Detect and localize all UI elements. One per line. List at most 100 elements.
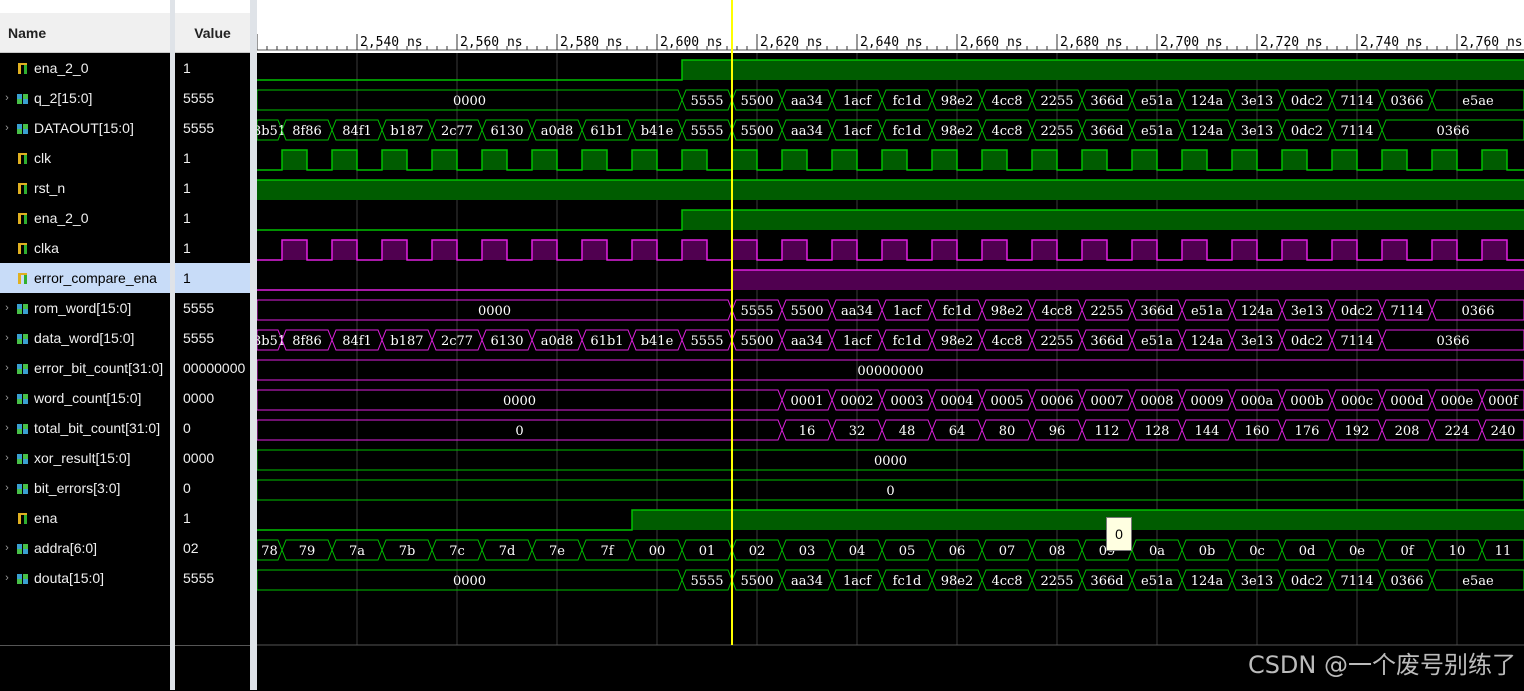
bit-icon: [16, 151, 30, 165]
signal-row[interactable]: › q_2[15:0]: [0, 83, 170, 113]
value-column-header[interactable]: Value: [175, 13, 250, 53]
signal-name: rst_n: [34, 180, 66, 196]
expand-chevron-icon[interactable]: ›: [0, 332, 14, 344]
expand-chevron-icon[interactable]: ›: [0, 362, 14, 374]
bus-value: 03: [799, 544, 816, 559]
signal-row[interactable]: › word_count[15:0]: [0, 383, 170, 413]
high-fill: [432, 240, 457, 260]
bus-value: 61b1: [590, 334, 623, 349]
expand-chevron-icon[interactable]: ›: [0, 302, 14, 314]
signal-value[interactable]: 5555: [175, 113, 250, 143]
bus-value: 4cc8: [991, 574, 1022, 589]
expand-chevron-icon[interactable]: ›: [0, 92, 14, 104]
signal-row[interactable]: › data_word[15:0]: [0, 323, 170, 353]
signal-value[interactable]: 0000: [175, 383, 250, 413]
signal-value[interactable]: 0: [175, 413, 250, 443]
expand-chevron-icon[interactable]: ›: [0, 542, 14, 554]
signal-value[interactable]: 1: [175, 173, 250, 203]
signal-row[interactable]: ena: [0, 503, 170, 533]
signal-name: bit_errors[3:0]: [34, 480, 121, 496]
bus-value: 1acf: [843, 94, 872, 109]
signal-row[interactable]: clk: [0, 143, 170, 173]
signal-name: clka: [34, 240, 59, 256]
signal-value[interactable]: 5555: [175, 83, 250, 113]
bus-value: 366d: [1090, 334, 1123, 349]
signal-row[interactable]: › rom_word[15:0]: [0, 293, 170, 323]
bus-value: 8f86: [292, 124, 322, 139]
wave-splitter[interactable]: [250, 0, 257, 690]
signal-row[interactable]: ena_2_0: [0, 203, 170, 233]
bus-value: 79: [299, 544, 316, 559]
expand-chevron-icon[interactable]: ›: [0, 122, 14, 134]
bus-value: 0000: [478, 304, 511, 319]
signal-value[interactable]: 1: [175, 263, 250, 293]
signal-value[interactable]: 02: [175, 533, 250, 563]
signal-name: ena_2_0: [34, 210, 89, 226]
signal-value[interactable]: 00000000: [175, 353, 250, 383]
signal-value[interactable]: 5555: [175, 563, 250, 593]
bus-value: 7d: [499, 544, 516, 559]
bus-value: 0: [886, 484, 894, 499]
expand-chevron-icon[interactable]: ›: [0, 452, 14, 464]
bus-value: aa34: [841, 304, 873, 319]
signal-row[interactable]: clka: [0, 233, 170, 263]
signal-row[interactable]: › total_bit_count[31:0]: [0, 413, 170, 443]
signal-value[interactable]: 1: [175, 53, 250, 83]
bus-value: aa34: [791, 124, 823, 139]
bus-value: 366d: [1090, 94, 1123, 109]
expand-chevron-icon[interactable]: ›: [0, 392, 14, 404]
signal-value[interactable]: 5555: [175, 293, 250, 323]
bus-value: 1acf: [893, 304, 922, 319]
bus-value: 0dc2: [1291, 124, 1323, 139]
signal-row[interactable]: ena_2_0: [0, 53, 170, 83]
signal-value[interactable]: 5555: [175, 323, 250, 353]
bus-value: 224: [1445, 424, 1470, 439]
signal-row[interactable]: error_compare_ena: [0, 263, 170, 293]
name-column-header[interactable]: Name: [0, 13, 170, 53]
signal-name: clk: [34, 150, 52, 166]
signal-value[interactable]: 1: [175, 503, 250, 533]
bus-value: 7c: [449, 544, 465, 559]
signal-value[interactable]: 0000: [175, 443, 250, 473]
bus-value: 0005: [990, 394, 1023, 409]
bus-value: e51a: [1191, 304, 1223, 319]
signal-row[interactable]: › error_bit_count[31:0]: [0, 353, 170, 383]
signal-row[interactable]: rst_n: [0, 173, 170, 203]
waveform-svg[interactable]: 2,540 ns 2,560 ns 2,580 ns 2,600 ns 2,620 ns…: [257, 0, 1524, 690]
ruler-label: 2,720 ns: [1260, 35, 1323, 50]
signal-row[interactable]: › douta[15:0]: [0, 563, 170, 593]
bus-value: 01: [699, 544, 716, 559]
expand-chevron-icon[interactable]: ›: [0, 422, 14, 434]
ruler-label: 2,540 ns: [360, 35, 423, 50]
high-fill: [682, 210, 1524, 230]
signal-value[interactable]: 1: [175, 203, 250, 233]
signal-row[interactable]: › bit_errors[3:0]: [0, 473, 170, 503]
signal-row[interactable]: › DATAOUT[15:0]: [0, 113, 170, 143]
high-fill: [1232, 240, 1257, 260]
signal-value-panel: Value 1 5555 5555 1 1 1 1 1 5555 5555 00000000 0000…: [175, 0, 250, 690]
bus-value: 2c77: [441, 124, 473, 139]
signal-value[interactable]: 1: [175, 233, 250, 263]
high-fill: [882, 150, 907, 170]
bus-value: 192: [1345, 424, 1370, 439]
signal-row[interactable]: › xor_result[15:0]: [0, 443, 170, 473]
waveform-canvas[interactable]: 2,540 ns 2,560 ns 2,580 ns 2,600 ns 2,620 ns…: [257, 0, 1524, 690]
expand-chevron-icon[interactable]: ›: [0, 572, 14, 584]
bus-value: 0e: [1349, 544, 1365, 559]
high-fill: [632, 510, 1524, 530]
high-fill: [1032, 240, 1057, 260]
bus-value: 00: [649, 544, 666, 559]
signal-value[interactable]: 1: [175, 143, 250, 173]
bus-value: 3b51: [257, 124, 286, 139]
signal-row[interactable]: › addra[6:0]: [0, 533, 170, 563]
bus-value: aa34: [791, 94, 823, 109]
bus-value: 2255: [1040, 124, 1073, 139]
bus-value: 5555: [690, 574, 723, 589]
ruler-label: 2,600 ns: [660, 35, 723, 50]
bus-value: 0008: [1140, 394, 1173, 409]
bus-value: 3b51: [257, 334, 286, 349]
bus-value: 02: [749, 544, 766, 559]
bit-icon: [16, 511, 30, 525]
expand-chevron-icon[interactable]: ›: [0, 482, 14, 494]
signal-value[interactable]: 0: [175, 473, 250, 503]
